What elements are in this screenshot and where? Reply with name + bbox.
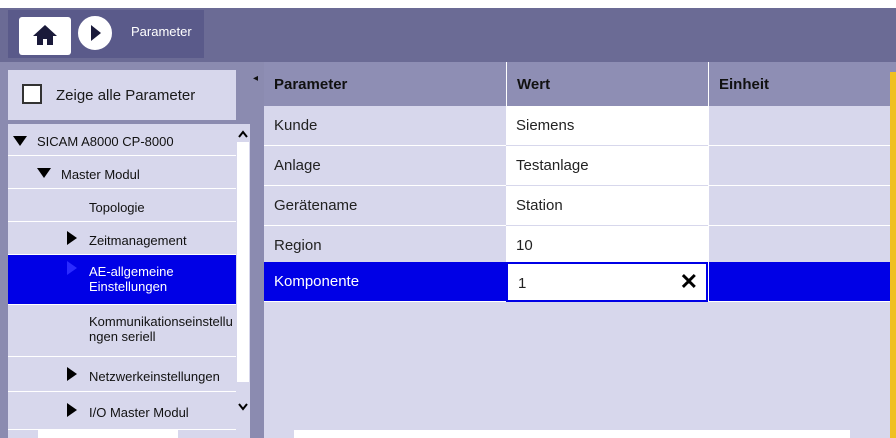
tree-horizontal-scrollbar[interactable] <box>8 430 250 438</box>
tree-node-label: AE-allgemeine Einstellungen <box>89 264 174 294</box>
column-header-wert[interactable]: Wert <box>506 62 708 106</box>
parameter-value: 10 <box>516 237 533 254</box>
parameter-name: Region <box>274 237 322 254</box>
unit-cell <box>708 146 896 186</box>
scrollbar-thumb[interactable] <box>294 430 850 438</box>
top-strip <box>0 0 896 8</box>
tree-node-sicam[interactable]: SICAM A8000 CP-8000 <box>8 124 236 156</box>
parameter-cell: Komponente <box>264 262 506 302</box>
show-all-parameters[interactable]: Zeige alle Parameter <box>8 70 236 120</box>
tree-node-kommunikation[interactable]: Kommunikationseinstellungen seriell <box>8 305 236 357</box>
scrollbar-thumb[interactable] <box>38 430 178 438</box>
top-bar: Parameter <box>0 0 896 62</box>
forward-button[interactable] <box>78 16 112 50</box>
tree-node-netzwerk[interactable]: Netzwerkeinstellungen <box>8 357 236 392</box>
show-all-label: Zeige alle Parameter <box>56 87 196 104</box>
parameter-value: Siemens <box>516 117 575 134</box>
chevron-down-icon[interactable] <box>237 402 249 412</box>
tree-node-label: Topologie <box>89 200 145 215</box>
play-arrow-icon <box>91 25 101 41</box>
tree-vertical-scrollbar[interactable] <box>236 124 250 430</box>
column-header-label: Wert <box>517 76 551 93</box>
tree-node-label: Kommunikationseinstellungen seriell <box>89 314 233 344</box>
navigation-panel: Zeige alle Parameter ◂ SICAM A8000 CP-80… <box>0 62 262 438</box>
scrollbar-thumb[interactable] <box>237 142 249 382</box>
parameter-name: Kunde <box>274 117 318 134</box>
collapsed-triangle-icon <box>67 231 77 245</box>
value-cell[interactable]: 10 <box>506 226 708 266</box>
column-header-einheit[interactable]: Einheit <box>708 62 896 106</box>
breadcrumb: Parameter <box>131 24 192 39</box>
unit-cell <box>708 262 896 302</box>
tree-node-topologie[interactable]: Topologie <box>8 189 236 222</box>
expanded-triangle-icon <box>37 168 51 178</box>
home-button[interactable] <box>19 17 71 55</box>
parameter-name: Anlage <box>274 157 321 174</box>
tree-node-label: SICAM A8000 CP-8000 <box>37 134 174 149</box>
parameter-cell: Gerätename <box>264 186 506 226</box>
tree-node-master-modul[interactable]: Master Modul <box>8 156 236 189</box>
collapse-panel-icon[interactable]: ◂ <box>253 73 258 84</box>
column-header-parameter[interactable]: Parameter <box>264 62 506 106</box>
parameter-value: 1 <box>518 275 527 292</box>
tree-node-zeitmanagement[interactable]: Zeitmanagement <box>8 222 236 255</box>
parameter-value: Testanlage <box>516 157 589 174</box>
tree-node-label: Master Modul <box>61 167 140 182</box>
collapsed-triangle-icon <box>67 261 77 275</box>
parameter-tree: SICAM A8000 CP-8000 Master Modul Topolog… <box>8 124 236 430</box>
value-cell[interactable]: Testanlage <box>506 146 708 186</box>
unit-cell <box>708 226 896 266</box>
parameter-name: Komponente <box>274 273 360 290</box>
accent-bar <box>890 72 896 438</box>
clear-icon[interactable]: ✕ <box>680 271 698 293</box>
value-cell[interactable]: Siemens <box>506 106 708 146</box>
collapsed-triangle-icon <box>67 367 77 381</box>
column-header-label: Parameter <box>274 76 348 93</box>
parameter-cell: Anlage <box>264 146 506 186</box>
table-horizontal-scrollbar[interactable] <box>264 430 890 438</box>
tree-node-label: Zeitmanagement <box>89 233 187 248</box>
value-input[interactable]: 1 ✕ <box>506 262 708 302</box>
parameter-cell: Kunde <box>264 106 506 146</box>
column-header-label: Einheit <box>719 76 770 93</box>
parameter-value: Station <box>516 197 563 214</box>
parameter-table: Parameter Wert Einheit Kunde Siemens Anl… <box>264 62 896 438</box>
parameter-name: Gerätename <box>274 197 358 214</box>
unit-cell <box>708 186 896 226</box>
tree-node-label: Netzwerkeinstellungen <box>89 369 220 384</box>
tree-node-io-master[interactable]: I/O Master Modul <box>8 392 236 430</box>
home-icon <box>33 25 57 45</box>
chevron-up-icon[interactable] <box>237 129 249 139</box>
parameter-cell: Region <box>264 226 506 266</box>
value-cell[interactable]: Station <box>506 186 708 226</box>
tree-node-ae-allgemeine[interactable]: AE-allgemeine Einstellungen <box>8 255 236 305</box>
tree-node-label: I/O Master Modul <box>89 405 189 420</box>
show-all-checkbox[interactable] <box>22 84 42 104</box>
unit-cell <box>708 106 896 146</box>
collapsed-triangle-icon <box>67 403 77 417</box>
expanded-triangle-icon <box>13 136 27 146</box>
